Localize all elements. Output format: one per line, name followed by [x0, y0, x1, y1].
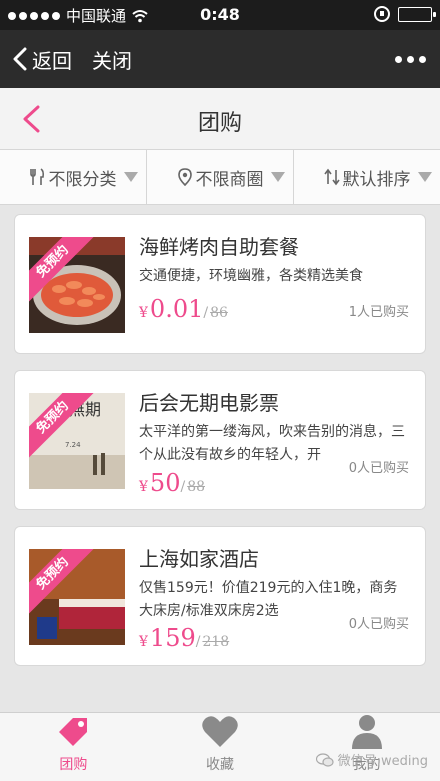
- filter-sort-label: 默认排序: [342, 169, 411, 190]
- filter-category-label: 不限分类: [48, 169, 117, 190]
- wechat-nav-bar: 返回 关闭: [0, 30, 440, 88]
- filter-category[interactable]: 不限分类: [0, 150, 147, 204]
- deal-card[interactable]: 免预约 海鲜烤肉自助套餐 交通便捷，环境幽雅，各类精选美食 ¥0.01/86 1…: [14, 214, 426, 354]
- svg-text:7.24: 7.24: [65, 441, 81, 449]
- rotation-lock-icon: [374, 6, 390, 22]
- deal-price-original: 88: [187, 479, 206, 495]
- deal-price-now: 50: [149, 469, 181, 497]
- deal-list: 免预约 海鲜烤肉自助套餐 交通便捷，环境幽雅，各类精选美食 ¥0.01/86 1…: [14, 214, 426, 682]
- deal-price-now: 159: [149, 624, 196, 652]
- watermark: 微信号:weding: [315, 750, 428, 769]
- dropdown-caret-icon: [418, 172, 432, 182]
- watermark-text: 微信号:weding: [337, 754, 428, 769]
- filter-area[interactable]: 不限商圈: [147, 150, 294, 204]
- deal-title: 海鲜烤肉自助套餐: [139, 235, 299, 259]
- deal-card[interactable]: 免预约 上海如家酒店 仅售159元！价值219元的入住1晚，商务大床房/标准双床…: [14, 526, 426, 666]
- tab-group-buy-label: 团购: [59, 757, 88, 773]
- deal-title: 上海如家酒店: [139, 547, 259, 571]
- tab-group-buy[interactable]: 团购: [0, 713, 147, 781]
- more-options-icon[interactable]: [395, 30, 426, 88]
- deal-price-original: 86: [210, 305, 228, 321]
- deal-sold-count: 0人已购买: [348, 617, 409, 632]
- deal-sold-count: 1人已购买: [348, 305, 409, 320]
- dropdown-caret-icon: [124, 172, 138, 182]
- tab-favorites-label: 收藏: [206, 757, 234, 773]
- tab-profile[interactable]: 我的: [293, 713, 440, 781]
- status-bar: 中国联通 0:48: [0, 0, 440, 30]
- deal-price-now: 0.01: [149, 295, 204, 323]
- page-title: 团购: [197, 111, 242, 136]
- heart-icon: [202, 716, 238, 747]
- wechat-back-label: 返回: [32, 48, 72, 73]
- wechat-back-button[interactable]: 返回: [12, 30, 72, 88]
- dropdown-caret-icon: [271, 172, 285, 182]
- tag-icon: [59, 718, 88, 746]
- deal-thumbnail: 免预约: [29, 237, 125, 333]
- wechat-close-button[interactable]: 关闭: [92, 30, 132, 88]
- wechat-logo-icon: [315, 752, 334, 767]
- chevron-left-icon: [13, 47, 27, 71]
- bottom-tab-bar: 团购 收藏 我的: [0, 712, 440, 781]
- deal-title: 后会无期电影票: [139, 391, 279, 415]
- filter-bar: 不限分类 不限商圈 默认排序: [0, 150, 440, 205]
- deal-sold-count: 0人已购买: [348, 461, 409, 476]
- fork-knife-icon: [29, 168, 44, 185]
- page-header: 团购: [0, 88, 440, 150]
- deal-description: 交通便捷，环境幽雅，各类精选美食: [139, 268, 363, 284]
- deal-price: ¥0.01/86: [139, 295, 228, 323]
- deal-card[interactable]: 無期 7.24 免预约 后会无期电影票 太平洋的第一缕海风，吹来告别的消息，三个…: [14, 370, 426, 510]
- sort-arrows-icon: [323, 168, 340, 186]
- location-pin-icon: [177, 168, 192, 186]
- deal-thumbnail: 無期 7.24 免预约: [29, 393, 125, 489]
- person-icon: [351, 715, 382, 749]
- tab-favorites[interactable]: 收藏: [147, 713, 294, 781]
- filter-sort[interactable]: 默认排序: [294, 150, 440, 204]
- deal-thumbnail: 免预约: [29, 549, 125, 645]
- filter-area-label: 不限商圈: [195, 169, 264, 190]
- deal-price: ¥50/88: [139, 469, 206, 497]
- deal-price: ¥159/218: [139, 624, 230, 652]
- battery-icon: [398, 6, 436, 22]
- deal-price-original: 218: [202, 634, 230, 650]
